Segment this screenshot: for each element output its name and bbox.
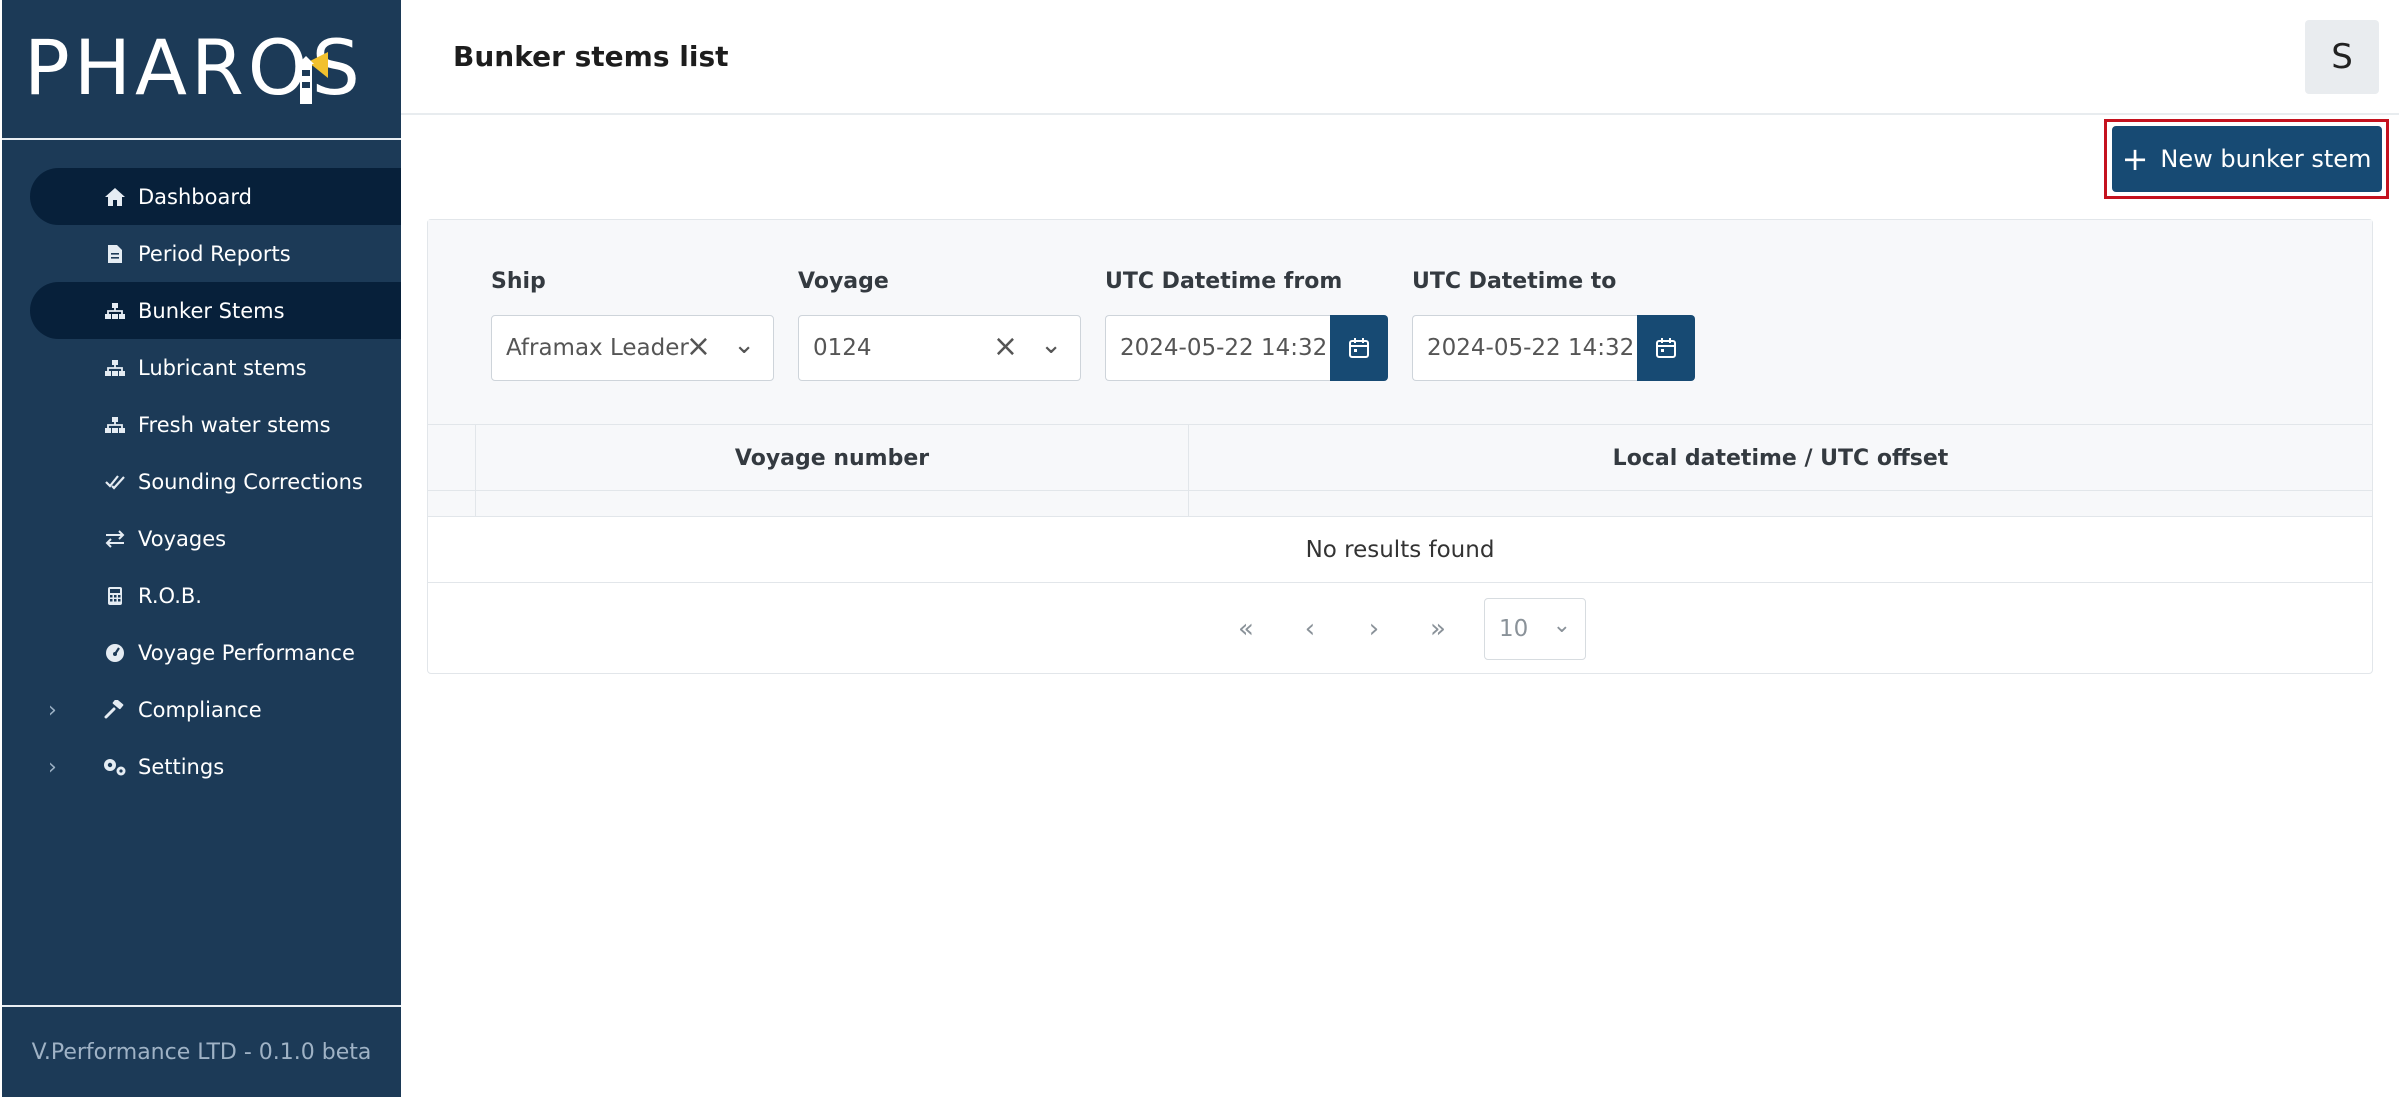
datetime-to-filter: UTC Datetime to 2024-05-22 14:32 [1412,264,1695,381]
chevron-down-icon[interactable]: ⌄ [733,330,755,360]
sitemap-icon [102,355,128,381]
sidebar: PHAROS Dashboard Period Reports Bunker S… [2,0,401,1097]
datetime-from-input: 2024-05-22 14:32 [1105,315,1388,381]
sidebar-item-label: Lubricant stems [138,355,307,380]
topbar: Bunker stems list S [401,0,2399,115]
pagination: « ‹ › » 10 ⌄ [428,583,2372,675]
plus-icon: + [2121,140,2149,178]
sidebar-item-compliance[interactable]: › Compliance [2,681,401,738]
sidebar-item-rob[interactable]: R.O.B. [2,567,401,624]
sidebar-item-bunker-stems[interactable]: Bunker Stems [30,282,401,339]
new-button-highlight: + New bunker stem [2104,119,2389,199]
sidebar-item-label: Fresh water stems [138,412,331,437]
new-bunker-stem-button[interactable]: + New bunker stem [2111,126,2382,192]
filter-cell [1189,491,2372,517]
document-icon [102,241,128,267]
ship-select[interactable]: Aframax Leader × ⌄ [491,315,774,381]
voyage-filter: Voyage 0124 × ⌄ [798,264,1081,381]
voyage-select[interactable]: 0124 × ⌄ [798,315,1081,381]
filter-cell [476,491,1189,517]
brand: PHAROS [2,0,401,140]
next-page-button[interactable]: › [1342,598,1406,660]
sidebar-footer: V.Performance LTD - 0.1.0 beta [2,1005,401,1097]
lighthouse-icon [298,52,328,104]
sidebar-nav: Dashboard Period Reports Bunker Stems Lu… [2,168,401,795]
cogs-icon [102,754,128,780]
page-size-value: 10 [1499,616,1529,642]
sidebar-item-label: Dashboard [138,184,252,209]
clear-icon[interactable]: × [993,332,1018,362]
filter-cell [428,491,476,517]
column-voyage-number[interactable]: Voyage number [476,425,1189,491]
datetime-from-filter: UTC Datetime from 2024-05-22 14:32 [1105,264,1388,381]
sidebar-item-dashboard[interactable]: Dashboard [30,168,401,225]
sidebar-item-label: Compliance [138,697,262,722]
filters-bar: Ship Aframax Leader × ⌄ Voyage 0124 × ⌄ … [428,220,2372,425]
bunker-stems-panel: Ship Aframax Leader × ⌄ Voyage 0124 × ⌄ … [427,219,2373,674]
calendar-icon[interactable] [1330,315,1388,381]
first-page-button[interactable]: « [1214,598,1278,660]
home-icon [102,184,128,210]
voyage-label: Voyage [798,269,889,294]
table-header-select [428,425,476,491]
table-filter-row [428,491,2372,517]
exchange-icon [102,526,128,552]
chevron-right-icon[interactable]: › [48,755,57,780]
previous-page-button[interactable]: ‹ [1278,598,1342,660]
voyage-value: 0124 [813,335,872,361]
gauge-icon [102,640,128,666]
column-local-datetime[interactable]: Local datetime / UTC offset [1189,425,2372,491]
chevron-down-icon: ⌄ [1552,613,1571,638]
sidebar-item-label: Bunker Stems [138,298,285,323]
ship-label: Ship [491,269,546,294]
avatar[interactable]: S [2305,20,2379,94]
last-page-button[interactable]: » [1406,598,1470,660]
sidebar-item-label: Voyages [138,526,227,551]
sidebar-item-fresh-water-stems[interactable]: Fresh water stems [2,396,401,453]
datetime-to-field[interactable]: 2024-05-22 14:32 [1412,315,1637,381]
page-title: Bunker stems list [453,40,729,73]
check-double-icon [102,469,128,495]
calculator-icon [102,583,128,609]
calendar-icon[interactable] [1637,315,1695,381]
chevron-right-icon[interactable]: › [48,698,57,723]
datetime-to-label: UTC Datetime to [1412,269,1617,294]
datetime-from-label: UTC Datetime from [1105,269,1343,294]
sidebar-item-period-reports[interactable]: Period Reports [2,225,401,282]
sidebar-item-label: R.O.B. [138,583,202,608]
datetime-to-input: 2024-05-22 14:32 [1412,315,1695,381]
new-bunker-stem-label: New bunker stem [2160,145,2372,173]
sidebar-item-label: Sounding Corrections [138,469,363,494]
sidebar-item-voyages[interactable]: Voyages [2,510,401,567]
sidebar-item-label: Voyage Performance [138,640,355,665]
ship-value: Aframax Leader [506,335,689,361]
page-size-select[interactable]: 10 ⌄ [1484,598,1586,660]
datetime-from-field[interactable]: 2024-05-22 14:32 [1105,315,1330,381]
sidebar-item-label: Period Reports [138,241,291,266]
chevron-down-icon[interactable]: ⌄ [1040,330,1062,360]
clear-icon[interactable]: × [686,332,711,362]
table-header: Voyage number Local datetime / UTC offse… [428,425,2372,491]
gavel-icon [102,697,128,723]
sidebar-item-sounding-corrections[interactable]: Sounding Corrections [2,453,401,510]
sitemap-icon [102,412,128,438]
sitemap-icon [102,298,128,324]
sidebar-item-lubricant-stems[interactable]: Lubricant stems [2,339,401,396]
ship-filter: Ship Aframax Leader × ⌄ [491,264,774,381]
sidebar-item-label: Settings [138,754,225,779]
sidebar-item-voyage-performance[interactable]: Voyage Performance [2,624,401,681]
sidebar-item-settings[interactable]: › Settings [2,738,401,795]
empty-message: No results found [428,517,2372,583]
